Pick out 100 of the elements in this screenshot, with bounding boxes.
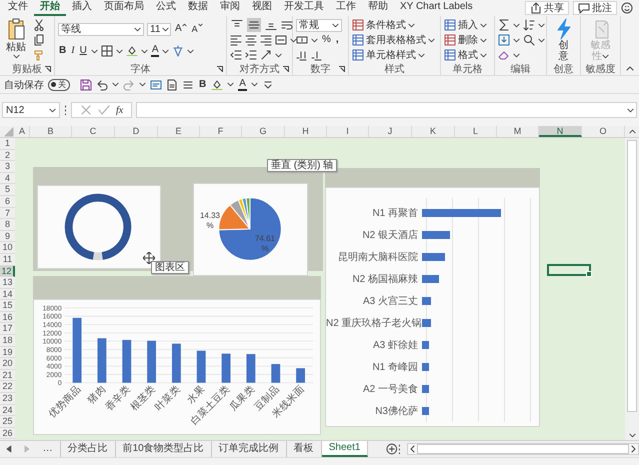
formula-input[interactable] [136,102,637,118]
dialog-launcher-icon[interactable] [283,66,289,72]
ribbon-tab[interactable]: 插入 [66,0,98,16]
bold-button[interactable]: B [58,45,68,58]
comma-button[interactable]: , [334,34,340,46]
shrink-font-button[interactable]: A [190,23,204,36]
comment-button[interactable]: 批注 [573,1,617,15]
ribbon-tab[interactable]: 审阅 [214,0,246,16]
name-box[interactable]: N12 [2,102,60,118]
caret-icon[interactable] [250,82,258,88]
undo-icon[interactable] [96,78,108,91]
column-header[interactable]: H [285,126,327,137]
dialog-launcher-icon[interactable] [45,66,51,72]
column-header[interactable]: D [115,126,158,137]
decrease-indent-icon[interactable] [230,49,242,62]
scissors-icon[interactable] [33,19,45,32]
font-color-button[interactable]: A [150,45,160,58]
ribbon-tab[interactable]: 公式 [150,0,182,16]
vertical-scrollbar[interactable] [625,138,639,440]
ribbon-tab[interactable]: XY Chart Labels [394,0,479,16]
percent-button[interactable]: % [321,34,332,46]
align-middle-icon[interactable] [247,18,261,32]
caret-icon[interactable] [275,52,282,58]
scroll-up-icon[interactable] [628,128,636,134]
search-icon[interactable] [523,34,535,46]
paste-button[interactable]: 粘贴 [3,18,29,62]
column-header[interactable]: I [327,126,369,137]
font-name-field[interactable]: 等线 [58,22,144,36]
align-left-icon[interactable] [230,34,242,46]
form-icon[interactable] [150,78,162,91]
phonetic-icon[interactable] [172,45,184,58]
bold-button[interactable]: B [198,78,208,91]
caret-icon[interactable] [116,48,123,54]
font-color-button[interactable]: A [238,78,247,91]
text-orientation-icon[interactable] [260,49,272,62]
caret-icon[interactable] [513,52,520,58]
scroll-left-icon[interactable] [410,445,415,454]
style-menu-button[interactable]: 套用表格格式 [352,33,435,48]
currency-icon[interactable] [296,34,308,46]
caret-icon[interactable] [538,22,545,28]
cells-menu-button[interactable]: 格式 [444,48,487,62]
align-center-icon[interactable] [245,34,257,46]
caret-icon[interactable] [513,38,520,43]
caret-icon[interactable] [311,38,318,43]
ribbon-tab[interactable]: 数据 [182,0,214,16]
caret-icon[interactable] [290,38,297,43]
dialog-launcher-icon[interactable] [339,66,345,72]
caret-icon[interactable] [187,48,194,54]
caret-icon[interactable] [90,48,98,54]
caret-icon[interactable] [139,82,146,88]
copy-icon[interactable] [33,34,45,46]
chart-card[interactable]: N1 再聚首 N2 银天酒店 昆明南大脑科医院 N2 杨国福麻辣 A3 火宫三丈 N2 重庆玖格子老火锅 A3 虾徐娃 N1 奇峰园 A2 一号美食 N3佛伦萨 [325,186,540,427]
sort-icon[interactable] [523,19,535,32]
ideas-button[interactable]: 创意 [554,18,574,62]
underline-button[interactable]: U [78,45,88,58]
row-header[interactable]: 12 [0,266,15,278]
ribbon-tab[interactable]: 工作 [330,0,362,16]
print-preview-icon[interactable] [166,78,178,91]
ribbon-tab[interactable]: 文件 [2,0,34,16]
column-header[interactable]: K [412,126,455,137]
eraser-icon[interactable] [498,49,510,62]
ribbon-tab[interactable]: 开发工具 [278,0,330,16]
scroll-down-icon[interactable] [628,432,636,438]
caret-icon[interactable] [112,82,119,88]
add-sheet-icon[interactable] [386,443,398,456]
column-header[interactable]: G [242,126,285,137]
caret-icon[interactable] [538,38,545,43]
number-format-field[interactable]: 常规 [296,18,342,32]
ribbon-tab[interactable]: 帮助 [362,0,394,16]
font-size-field[interactable]: 11 [147,22,171,36]
align-right-icon[interactable] [260,34,272,46]
grow-font-button[interactable]: A [174,23,188,36]
chart-card[interactable]: 14.33 % 74.61 % [193,182,308,276]
customize-icon[interactable] [262,78,274,91]
splitter-icon[interactable] [64,105,67,116]
column-header[interactable]: F [200,126,242,137]
italic-button[interactable]: I [70,45,76,58]
splitter-icon[interactable] [398,444,401,454]
wrap-text-icon[interactable] [281,19,293,32]
previous-sheet-icon[interactable] [6,445,12,454]
fill-down-icon[interactable] [498,34,510,46]
column-header[interactable]: J [369,126,412,137]
autosave-toggle[interactable]: 关 [48,78,70,91]
column-header[interactable]: B [30,126,72,137]
column-header[interactable]: A [15,126,30,137]
horizontal-scrollbar[interactable] [406,443,639,456]
active-cell[interactable] [547,264,591,276]
lines-icon[interactable] [182,78,194,91]
share-button[interactable]: 共享 [525,1,569,15]
sheet-tab[interactable]: Sheet1 [322,441,368,458]
increase-decimal-icon[interactable] [296,49,308,62]
cells-menu-button[interactable]: 删除 [444,33,487,48]
fill-color-icon[interactable] [126,45,138,58]
caret-icon[interactable] [162,48,170,54]
scroll-right-icon[interactable] [631,445,636,454]
collapse-ribbon-icon[interactable] [626,66,634,72]
column-header[interactable]: C [72,126,115,137]
decrease-decimal-icon[interactable] [311,49,323,62]
column-header[interactable]: L [455,126,497,137]
style-menu-button[interactable]: 条件格式 [352,18,415,32]
